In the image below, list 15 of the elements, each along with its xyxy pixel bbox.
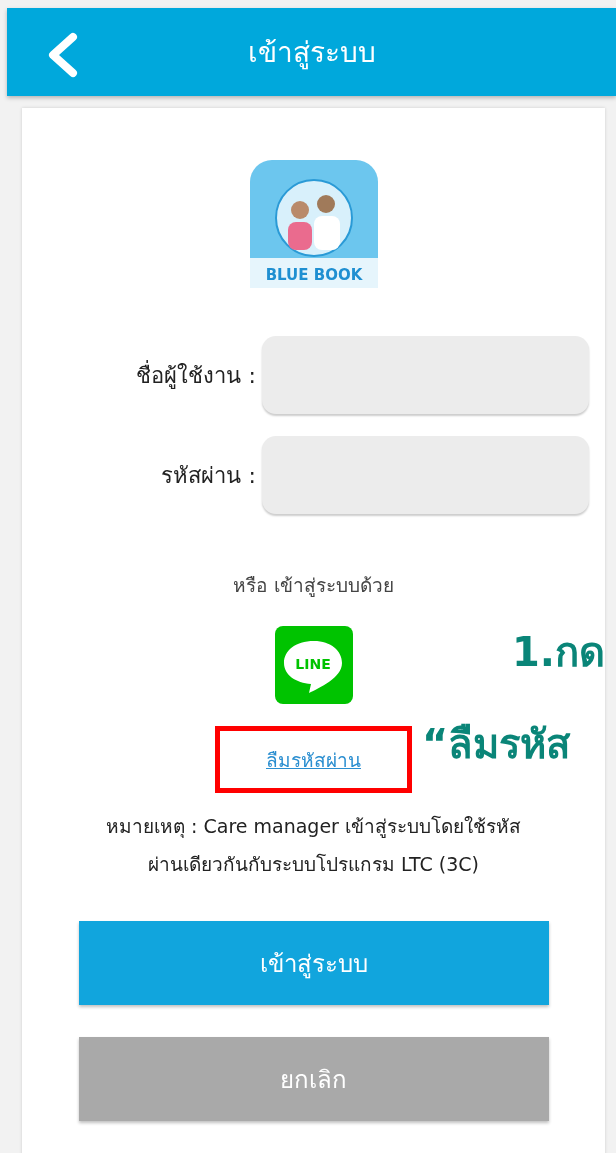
annotation-text: “ลืมรหัส [422, 720, 571, 769]
cancel-button[interactable]: ยกเลิก [78, 1037, 549, 1121]
input-field[interactable] [261, 336, 589, 414]
forgot-password-link[interactable]: ลืมรหัสผ่าน [266, 744, 361, 775]
field-label: ชื่อผู้ใช้งาน : [135, 359, 257, 391]
input-field[interactable] [261, 436, 589, 514]
field-label: รหัสผ่าน : [160, 461, 257, 490]
alt-login-text: หรือ เข้าสู่ระบบด้วย [233, 573, 394, 599]
annotation-text: 1.กด [512, 628, 606, 677]
note-text: หมายเหตุ : Care manager เข้าสู่ระบบโดยใช้รหัส [106, 814, 521, 840]
chat-bubble-icon[interactable]: LINE [274, 626, 353, 704]
login-button[interactable]: เข้าสู่ระบบ [78, 921, 549, 1005]
app-logo: BLUE BOOK [249, 160, 378, 288]
header-title: เข้าสู่ระบบ [247, 35, 376, 72]
note-text: ผ่านเดียวกันกับระบบโปรแกรม LTC (3C) [148, 852, 479, 877]
